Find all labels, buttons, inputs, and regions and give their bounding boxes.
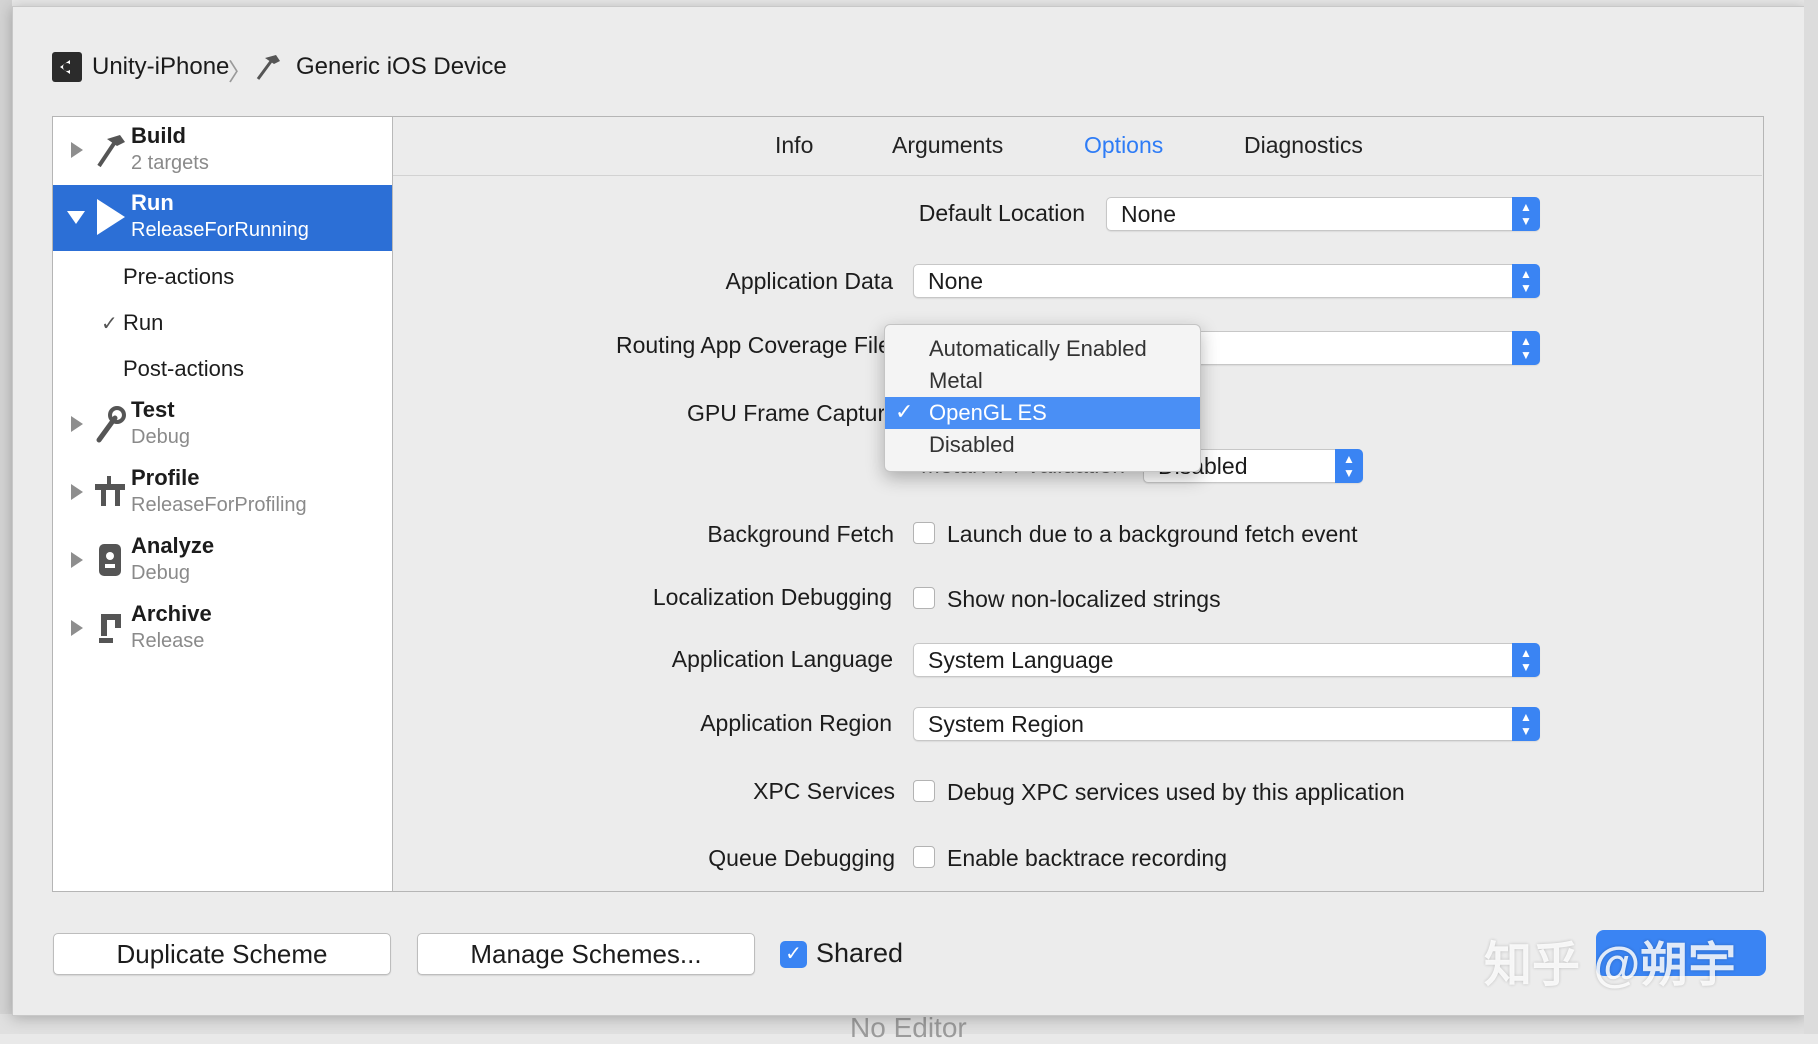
disclosure-triangle-open-icon[interactable] [67,211,85,224]
gauge-icon [93,472,127,512]
background-fetch-text: Launch due to a background fetch event [947,521,1358,547]
queue-debugging-text: Enable backtrace recording [947,845,1227,871]
tab-diagnostics[interactable]: Diagnostics [1244,132,1363,159]
tab-info[interactable]: Info [775,132,813,159]
sidebar-item-title: Build [131,123,186,148]
gpu-frame-capture-menu: Automatically Enabled Metal ✓ OpenGL ES … [884,324,1201,472]
sidebar-subitem-label: Run [123,310,164,335]
manage-schemes-button[interactable]: Manage Schemes... [417,933,755,975]
tab-bar [393,117,1762,176]
tab-options[interactable]: Options [1084,132,1163,159]
application-region-popup[interactable]: System Region ▲ ▼ [913,707,1540,741]
sidebar-item-title: Archive [131,601,212,626]
menu-item-opengl-es[interactable]: ✓ OpenGL ES [885,397,1200,429]
scheme-breadcrumb[interactable]: Unity-iPhone 〉 Generic iOS Device [52,50,512,86]
wrench-icon [93,404,127,444]
sidebar-item-title: Run [131,190,174,215]
chevron-updown-icon: ▲ ▼ [1512,264,1540,298]
localization-debugging-text: Show non-localized strings [947,586,1221,612]
destination-name[interactable]: Generic iOS Device [296,53,507,81]
sidebar-item-test[interactable]: Test Debug [53,394,392,456]
sidebar-item-subtitle: Debug [131,562,190,584]
disclosure-triangle-icon[interactable] [71,552,83,568]
background-window-edge [1804,0,1818,1034]
popup-value: System Region [928,711,1084,737]
localization-debugging-checkbox[interactable] [913,587,935,609]
hammer-icon [93,130,127,170]
sidebar-subitem-label: Post-actions [123,356,245,381]
default-location-label: Default Location [918,200,1085,226]
sidebar-item-subtitle: Debug [131,426,190,448]
application-data-label: Application Data [725,268,894,294]
tab-arguments[interactable]: Arguments [892,132,1003,159]
application-data-popup[interactable]: None ▲ ▼ [913,264,1540,298]
hammer-icon [252,52,282,82]
disclosure-triangle-icon[interactable] [71,484,83,500]
xpc-services-checkbox[interactable] [913,780,935,802]
localization-debugging-label: Localization Debugging [652,584,892,610]
gpu-frame-capture-label: GPU Frame Capture [687,400,890,426]
default-location-popup[interactable]: None ▲ ▼ [1106,197,1540,231]
chevron-updown-icon: ▲ ▼ [1512,331,1540,365]
analyze-icon [93,540,127,580]
sidebar-item-archive[interactable]: Archive Release [53,598,392,660]
breadcrumb-separator: 〉 [228,59,252,86]
routing-coverage-label: Routing App Coverage File [616,332,891,358]
background-fetch-label: Background Fetch [707,521,894,547]
watermark-text: 知乎 @朔宇 [1484,939,1737,992]
disclosure-triangle-icon[interactable] [71,416,83,432]
scheme-name[interactable]: Unity-iPhone [92,53,229,81]
sidebar-item-analyze[interactable]: Analyze Debug [53,530,392,592]
sidebar-subitem-run[interactable]: ✓ Run [53,304,392,344]
sidebar-item-run[interactable]: Run ReleaseForRunning [53,185,392,251]
chevron-updown-icon: ▲ ▼ [1512,707,1540,741]
popup-value: System Language [928,647,1114,673]
queue-debugging-label: Queue Debugging [708,845,895,871]
sidebar-subitem-pre-actions[interactable]: Pre-actions [53,258,392,298]
sidebar-item-title: Profile [131,465,200,490]
options-panel [392,116,1764,892]
sidebar-item-title: Test [131,397,175,422]
popup-value: None [928,268,983,294]
sidebar-item-subtitle: ReleaseForRunning [131,219,309,241]
sidebar-subitem-label: Pre-actions [123,264,235,289]
archive-icon [93,608,127,648]
sidebar-item-subtitle: ReleaseForProfiling [131,494,307,516]
application-language-label: Application Language [671,646,893,672]
disclosure-triangle-icon[interactable] [71,620,83,636]
menu-item-automatically-enabled[interactable]: Automatically Enabled [885,333,1200,365]
sidebar-item-subtitle: 2 targets [131,152,209,174]
popup-value: None [1121,201,1176,227]
sidebar-item-profile[interactable]: Profile ReleaseForProfiling [53,462,392,524]
queue-debugging-checkbox[interactable] [913,846,935,868]
shared-checkbox[interactable]: ✓ [780,941,807,968]
sidebar-item-subtitle: Release [131,630,205,652]
checkmark-icon: ✓ [895,399,914,424]
sidebar-item-build[interactable]: Build 2 targets [53,120,392,182]
unity-icon [52,52,82,82]
menu-item-metal[interactable]: Metal [885,365,1200,397]
chevron-updown-icon: ▲ ▼ [1512,643,1540,677]
shared-label: Shared [816,938,904,968]
background-window-edge [0,0,12,1034]
application-region-label: Application Region [700,710,892,736]
duplicate-scheme-button[interactable]: Duplicate Scheme [53,933,391,975]
background-fetch-checkbox[interactable] [913,522,935,544]
chevron-updown-icon: ▲ ▼ [1335,449,1363,483]
checkmark-icon: ✓ [101,313,118,335]
disclosure-triangle-icon[interactable] [71,142,83,158]
application-language-popup[interactable]: System Language ▲ ▼ [913,643,1540,677]
menu-item-disabled[interactable]: Disabled [885,429,1200,461]
xpc-services-label: XPC Services [753,778,895,804]
xpc-services-text: Debug XPC services used by this applicat… [947,779,1405,805]
play-icon [97,199,125,235]
sidebar-subitem-post-actions[interactable]: Post-actions [53,350,392,390]
sidebar-item-title: Analyze [131,533,215,558]
chevron-updown-icon: ▲ ▼ [1512,197,1540,231]
no-editor-text: No Editor [850,1012,967,1043]
